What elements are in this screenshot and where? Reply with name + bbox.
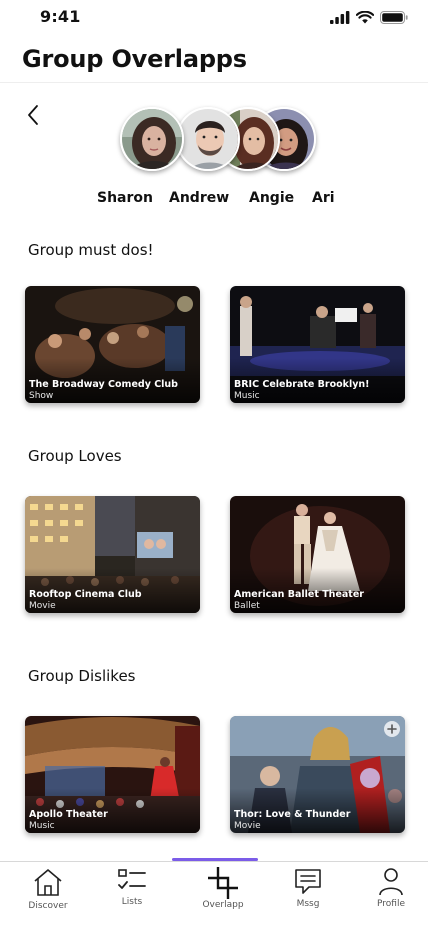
card-category: Movie [234,821,261,831]
member-name-angie: Angie [249,190,295,206]
status-time: 9:41 [40,7,81,26]
overlapp-icon [208,867,238,899]
card-title: Thor: Love & Thunder [234,809,351,820]
event-card[interactable]: Apollo Theater Music [25,716,200,833]
card-title: BRIC Celebrate Brooklyn! [234,379,370,390]
nav-item-mssg[interactable]: Mssg [270,866,346,922]
card-category: Music [234,391,260,401]
nav-item-discover[interactable]: Discover [10,866,86,922]
nav-label: Profile [377,899,405,909]
nav-item-lists[interactable]: Lists [94,866,170,922]
nav-item-overlapp[interactable]: Overlapp [185,866,261,922]
back-button[interactable] [20,100,46,130]
card-title: The Broadway Comedy Club [29,379,178,390]
person-icon [379,868,403,896]
event-card[interactable]: Rooftop Cinema Club Movie [25,496,200,613]
card-category: Movie [29,601,56,611]
card-category: Ballet [234,601,260,611]
nav-divider [0,861,428,862]
title-divider [0,82,428,83]
page-title: Group Overlapps [22,45,247,73]
card-title: Rooftop Cinema Club [29,589,142,600]
home-icon [34,869,62,896]
section-title-must-dos: Group must dos! [28,241,154,259]
nav-label: Overlapp [202,900,244,910]
nav-item-profile[interactable]: Profile [353,866,428,922]
chevron-left-icon [28,105,38,125]
add-button[interactable] [384,721,400,737]
nav-label: Mssg [296,899,320,909]
plus-icon [387,724,397,734]
event-card[interactable]: The Broadway Comedy Club Show [25,286,200,403]
avatar-sharon[interactable] [120,107,184,171]
section-title-dislikes: Group Dislikes [28,667,136,685]
event-card[interactable]: Thor: Love & Thunder Movie [230,716,405,833]
member-name-ari: Ari [312,190,335,206]
event-card[interactable]: BRIC Celebrate Brooklyn! Music [230,286,405,403]
status-icons [330,11,408,24]
status-bar: 9:41 [0,0,428,36]
message-icon [295,869,321,894]
card-category: Music [29,821,55,831]
signal-icon [330,11,350,24]
event-card[interactable]: American Ballet Theater Ballet [230,496,405,613]
wifi-icon [356,11,374,24]
checklist-icon [118,869,146,889]
member-name-andrew: Andrew [169,190,230,206]
card-title: Apollo Theater [29,809,108,820]
nav-label: Lists [121,897,143,907]
card-category: Show [29,391,54,401]
avatar-andrew[interactable] [176,107,240,171]
section-title-loves: Group Loves [28,447,122,465]
battery-icon [380,11,408,24]
member-name-sharon: Sharon [97,190,153,206]
nav-label: Discover [28,901,68,911]
card-title: American Ballet Theater [234,589,364,600]
